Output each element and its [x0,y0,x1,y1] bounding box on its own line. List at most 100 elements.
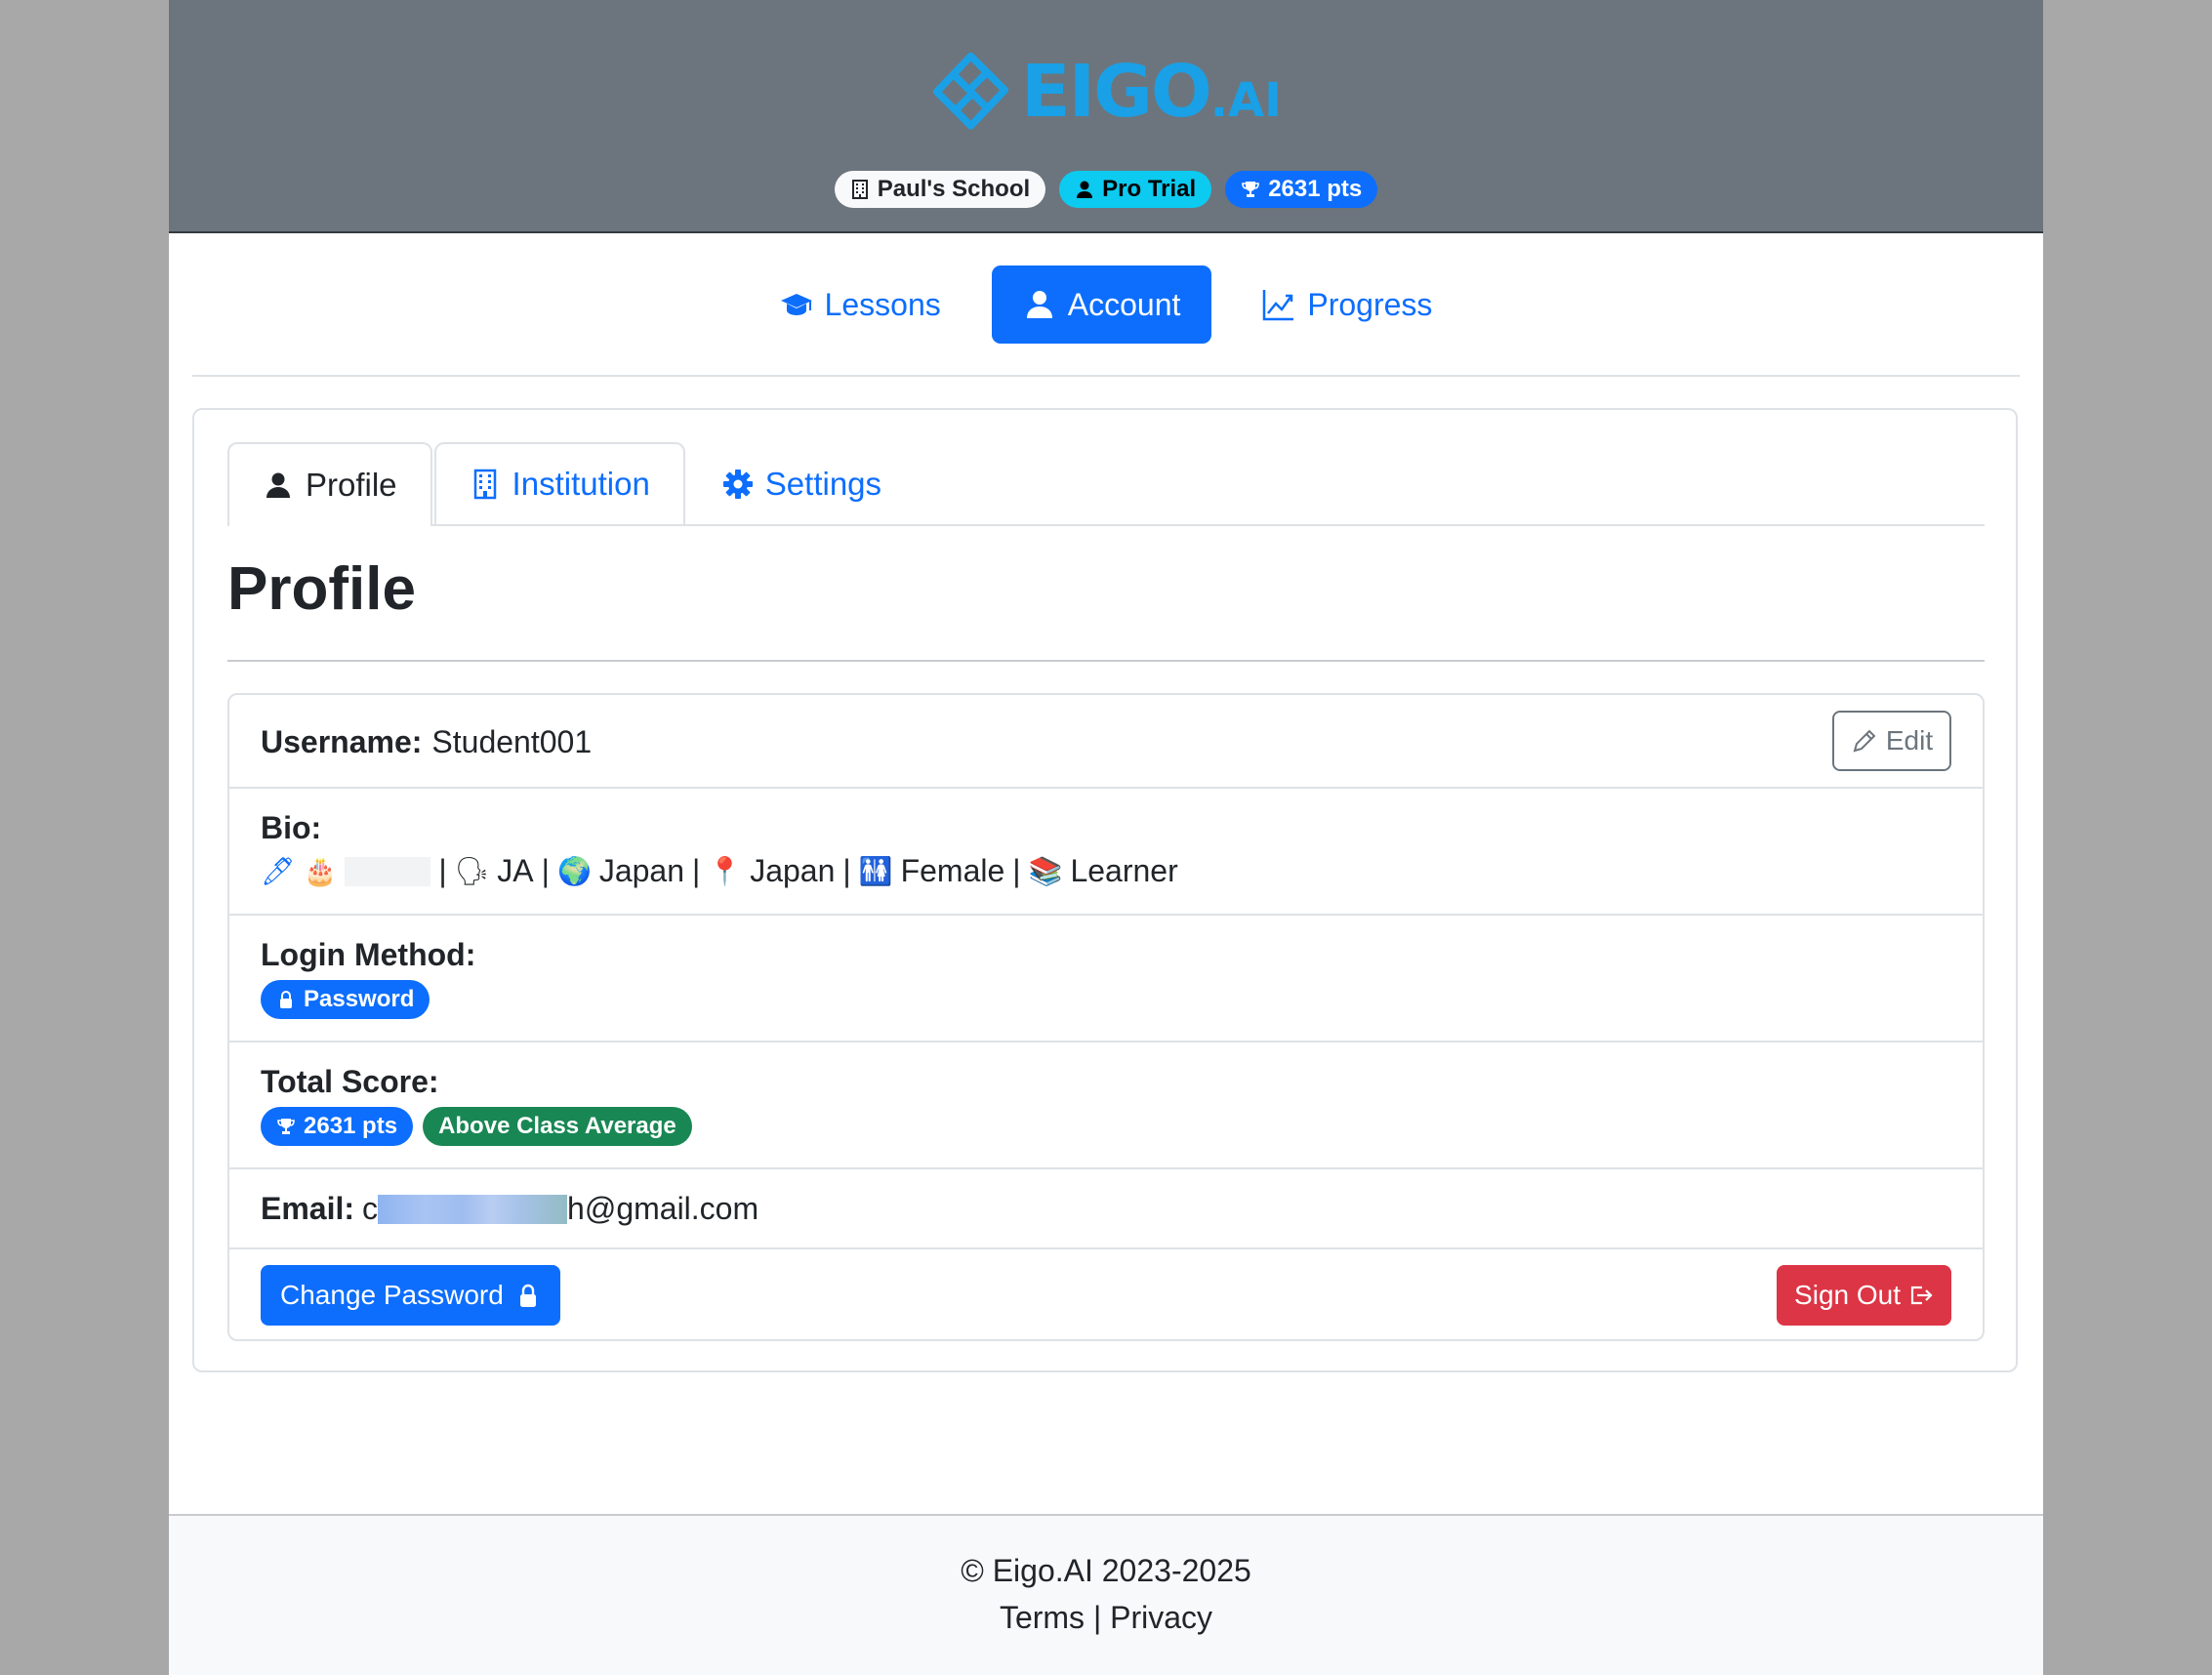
bio-location: Japan [750,853,836,888]
graduation-cap-icon [780,294,812,315]
login-label-line: Login Method: [261,937,475,973]
logo-text-suffix: .AI [1209,73,1282,128]
bio-role: Learner [1070,853,1178,888]
school-name: Paul's School [877,176,1031,202]
login-method-badge: Password [261,980,430,1019]
header: EIGO.AI Paul's School Pro Trial 2631 pts [169,0,2043,233]
tab-institution-label: Institution [512,466,650,502]
email-label: Email: [261,1191,355,1226]
redacted-email [378,1194,568,1224]
privacy-link[interactable]: Privacy [1110,1600,1212,1635]
edit-button[interactable]: Edit [1832,711,1951,771]
person-icon [266,472,290,498]
building-icon [851,180,868,199]
trophy-icon [277,1119,295,1134]
restroom-icon: 🚻 [858,856,893,886]
bio-gender: Female [900,853,1005,888]
gear-icon [722,470,753,499]
actions-row: Change Password Sign Out [229,1249,1983,1339]
speaking-head-icon: 🗣 [454,856,490,886]
bio-separator: | [541,853,550,888]
logo-text: EIGO.AI [1021,50,1282,134]
nav-account-label: Account [1067,286,1181,322]
score-badges: 2631 pts Above Class Average [261,1107,692,1146]
score-status-badge: Above Class Average [423,1107,692,1146]
tab-settings[interactable]: Settings [686,442,918,524]
sign-out-label: Sign Out [1794,1280,1901,1310]
edit-label: Edit [1885,725,1934,756]
bio-separator: | [692,853,701,888]
score-label-line: Total Score: [261,1064,439,1100]
bio-row: Bio: 🖊 🎂 | 🗣 JA | 🌍 Japan | 📍 Japan | 🚻 … [229,789,1983,916]
person-icon [1077,181,1093,198]
pencil-icon [1853,729,1876,753]
footer-links: Terms | Privacy [169,1600,2043,1636]
building-icon [473,469,496,500]
change-password-button[interactable]: Change Password [261,1265,560,1326]
account-tabs: Profile Institution Settings [227,442,1985,526]
bio-value: 🖊 🎂 | 🗣 JA | 🌍 Japan | 📍 Japan | 🚻 Femal… [261,853,1178,889]
pin-icon: 📍 [708,856,743,886]
points-badge: 2631 pts [1225,171,1378,208]
username-label: Username: [261,724,423,759]
bio-separator: | [1012,853,1021,888]
login-method-label: Login Method: [261,937,476,972]
score-value: 2631 pts [304,1113,398,1139]
plan-badge: Pro Trial [1059,171,1212,208]
birthday-cake-icon: 🎂 [303,856,338,886]
header-badges: Paul's School Pro Trial 2631 pts [169,171,2043,208]
tab-settings-label: Settings [764,466,882,502]
chart-line-icon [1263,290,1294,321]
bio-label: Bio: [261,810,322,845]
nav-divider [192,375,2020,377]
tab-profile[interactable]: Profile [227,442,432,526]
logo-text-main: EIGO [1021,50,1212,134]
logo[interactable]: EIGO.AI [930,37,1282,146]
login-method-value: Password [261,980,430,1019]
nav-account[interactable]: Account [991,266,1212,344]
total-score-row: Total Score: 2631 pts Above Class Averag… [229,1042,1983,1169]
username-row: Username: Student001 Edit [229,695,1983,789]
lock-icon [280,991,292,1008]
username-line: Username: Student001 [261,724,592,760]
login-method-row: Login Method: Password [229,916,1983,1042]
person-icon [1026,291,1052,318]
login-method-text: Password [304,986,415,1012]
bio-language: JA [497,853,534,888]
pencil-emoji-icon: 🖊 [261,856,296,886]
score-badge: 2631 pts [261,1107,414,1146]
sign-out-button[interactable]: Sign Out [1777,1265,1951,1326]
email-row: Email: c h@gmail.com [229,1169,1983,1249]
bio-separator: | [438,853,447,888]
box-arrow-right-icon [1910,1286,1933,1305]
account-card: Profile Institution Settings Profile Use… [192,408,2018,1372]
trophy-icon [1242,182,1260,197]
school-badge: Paul's School [834,171,1046,208]
change-password-label: Change Password [280,1280,504,1310]
app-window: EIGO.AI Paul's School Pro Trial 2631 pts… [169,0,2043,1675]
books-icon: 📚 [1028,856,1063,886]
page-title: Profile [227,555,416,623]
footer: © Eigo.AI 2023-2025 Terms | Privacy [169,1514,2043,1675]
terms-link[interactable]: Terms [1000,1600,1085,1635]
username-value: Student001 [431,724,593,759]
main-nav: Lessons Account Progress [169,266,2043,344]
points-value: 2631 pts [1268,176,1363,202]
title-divider [227,660,1985,662]
profile-list: Username: Student001 Edit Bio: 🖊 🎂 | 🗣 J… [227,693,1985,1341]
globe-icon: 🌍 [556,856,592,886]
redacted-birthday [345,856,431,886]
bio-separator: | [842,853,851,888]
bio-label-line: Bio: [261,810,321,846]
total-score-label: Total Score: [261,1064,439,1099]
eigo-logo-icon [932,52,1009,130]
nav-lessons[interactable]: Lessons [749,266,972,344]
tab-institution[interactable]: Institution [433,442,685,524]
bio-country: Japan [598,853,684,888]
nav-progress[interactable]: Progress [1231,266,1463,344]
email-line: Email: c h@gmail.com [261,1191,758,1227]
plan-name: Pro Trial [1102,176,1197,202]
footer-separator: | [1092,1600,1102,1635]
footer-copyright: © Eigo.AI 2023-2025 [961,1553,1251,1588]
nav-progress-label: Progress [1307,286,1433,322]
